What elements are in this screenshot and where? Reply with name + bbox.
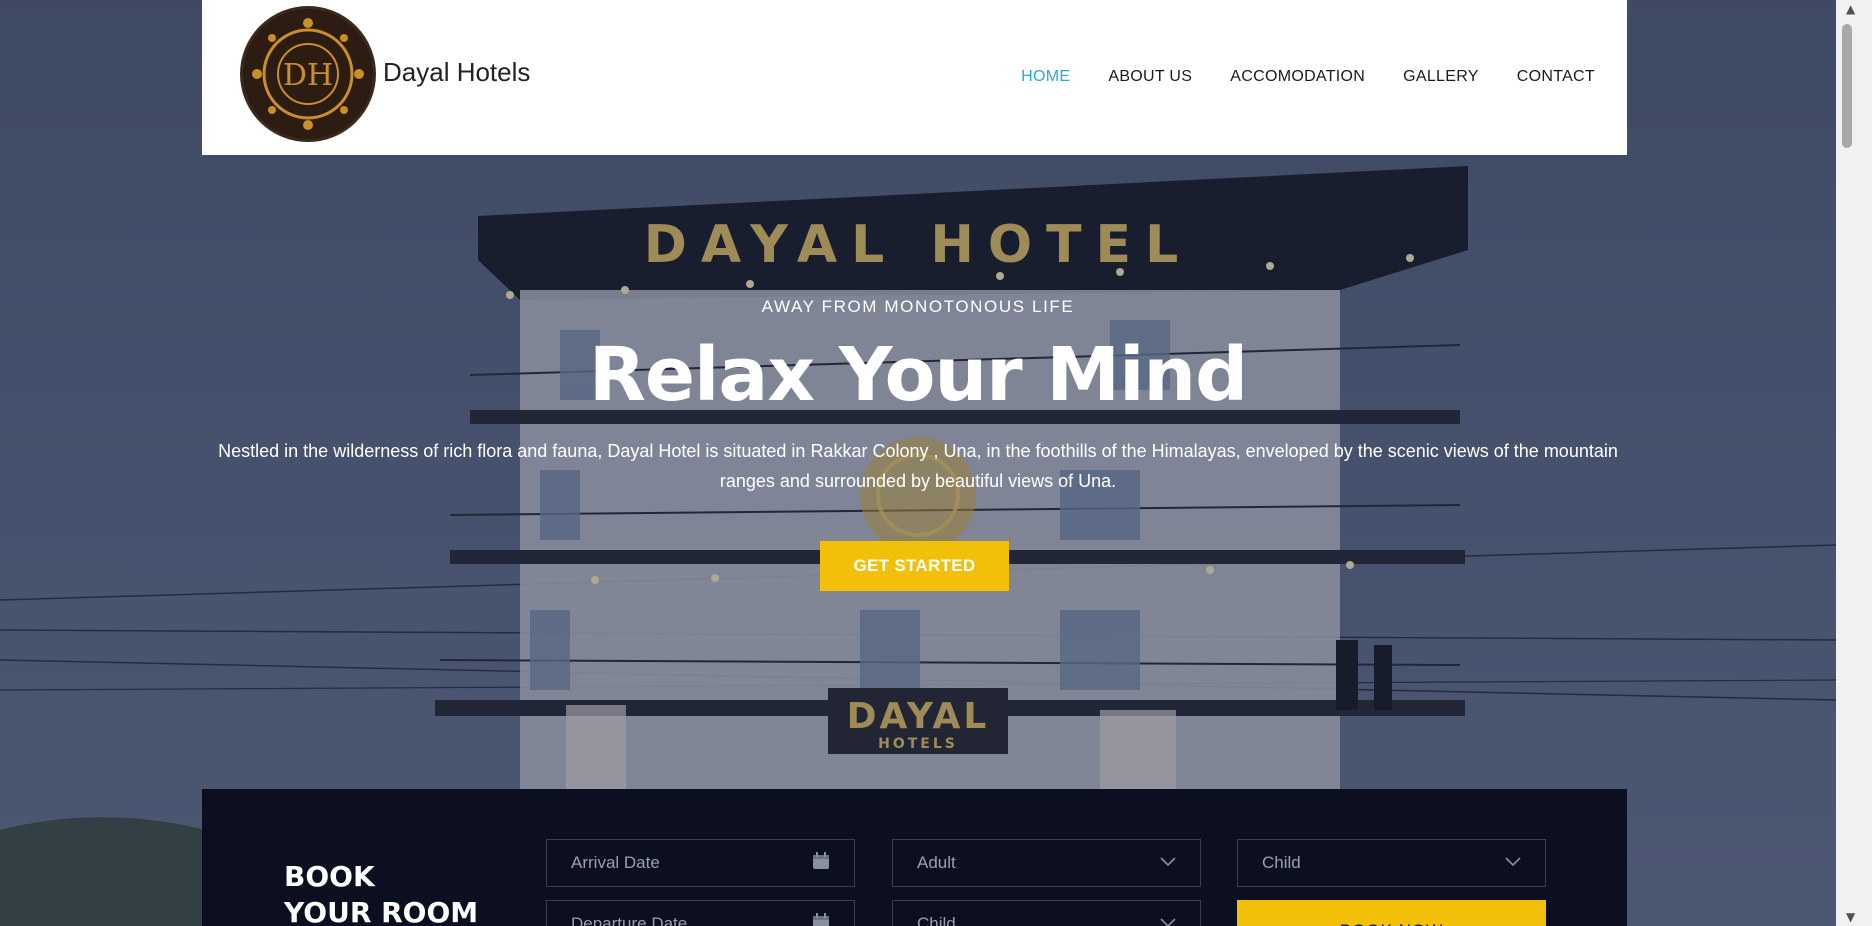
departure-date-placeholder: Departure Date [571, 914, 688, 926]
chevron-down-icon [1505, 854, 1521, 872]
scroll-down-arrow[interactable]: ▼ [1846, 910, 1855, 924]
calendar-icon [812, 912, 830, 926]
booking-title: BOOK YOUR ROOM [284, 859, 478, 926]
calendar-icon [812, 851, 830, 875]
main-nav: HOME ABOUT US ACCOMODATION GALLERY CONTA… [1021, 68, 1595, 86]
booking-panel: BOOK YOUR ROOM Arrival Date Departure Da… [202, 789, 1627, 926]
scroll-thumb[interactable] [1842, 24, 1852, 148]
hero-headline: Relax Your Mind [588, 332, 1248, 418]
arrival-date-placeholder: Arrival Date [571, 853, 660, 872]
page-scrollbar[interactable]: ▲ ▼ [1836, 0, 1872, 926]
nav-about-us[interactable]: ABOUT US [1108, 68, 1192, 86]
nav-accomodation[interactable]: ACCOMODATION [1230, 68, 1365, 86]
departure-date-input[interactable]: Departure Date [546, 900, 855, 926]
booking-title-line2: YOUR ROOM [284, 896, 479, 926]
brand-name[interactable]: Dayal Hotels [383, 57, 530, 88]
booking-title-line1: BOOK [284, 860, 375, 893]
child-select-value: Child [1262, 853, 1301, 872]
hero-description: Nestled in the wilderness of rich flora … [218, 441, 1618, 491]
child-select-secondary[interactable]: Child [892, 900, 1201, 926]
get-started-button[interactable]: GET STARTED [820, 541, 1009, 591]
nav-gallery[interactable]: GALLERY [1403, 68, 1479, 86]
site-header: DH Dayal Hotels HOME ABOUT US ACCOMODATI… [202, 0, 1627, 155]
chevron-down-icon [1160, 915, 1176, 926]
logo-monogram: DH [283, 58, 333, 93]
adult-select[interactable]: Adult [892, 839, 1201, 887]
nav-home[interactable]: HOME [1021, 68, 1070, 86]
logo-emblem-icon: DH [252, 18, 364, 130]
book-now-button[interactable]: BOOK NOW [1237, 900, 1546, 926]
logo[interactable]: DH [240, 6, 376, 142]
arrival-date-input[interactable]: Arrival Date [546, 839, 855, 887]
chevron-down-icon [1160, 854, 1176, 872]
child-select[interactable]: Child [1237, 839, 1546, 887]
nav-contact[interactable]: CONTACT [1517, 68, 1595, 86]
hero-kicker: AWAY FROM MONOTONOUS LIFE [761, 297, 1075, 316]
scroll-up-arrow[interactable]: ▲ [1846, 2, 1855, 16]
child-select-secondary-value: Child [917, 914, 956, 926]
adult-select-value: Adult [917, 853, 956, 872]
